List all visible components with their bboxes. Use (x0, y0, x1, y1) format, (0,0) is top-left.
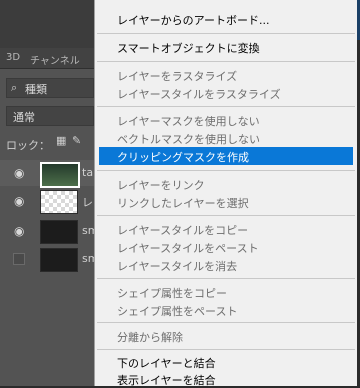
layer-row[interactable]: ◉ ta (0, 160, 94, 188)
menu-item-create-clipping-mask[interactable]: クリッピングマスクを作成 (99, 147, 353, 165)
layer-name: ta (82, 166, 94, 179)
layer-thumbnail (40, 220, 78, 244)
tab-3d[interactable]: 3D (6, 52, 20, 63)
panel-top-area (0, 0, 94, 48)
menu-separator (97, 215, 355, 216)
menu-item-label: レイヤーをリンク (117, 179, 205, 192)
menu-item-label: レイヤーをラスタライズ (117, 70, 238, 83)
menu-item-label: レイヤースタイルをペースト (117, 242, 259, 255)
menu-item-label: レイヤーからのアートボード... (117, 14, 270, 27)
visibility-toggle[interactable] (13, 253, 25, 265)
menu-item-rasterize-layer[interactable]: レイヤーをラスタライズ (95, 66, 357, 84)
menu-item-label: クリッピングマスクを作成 (117, 151, 249, 164)
menu-item-paste-shape-attributes[interactable]: シェイプ属性をペースト (95, 301, 357, 319)
context-menu: レイヤーからのアートボード... スマートオブジェクトに変換 レイヤーをラスタラ… (94, 0, 357, 388)
menu-item-convert-smart-object[interactable]: スマートオブジェクトに変換 (95, 38, 357, 56)
menu-separator (97, 170, 355, 171)
menu-item-label: スマートオブジェクトに変換 (117, 42, 260, 55)
lock-transparent-icon[interactable]: ▦ (56, 134, 66, 147)
blend-mode-select[interactable]: 通常 (6, 106, 94, 126)
menu-item-merge-visible[interactable]: 表示レイヤーを結合 (95, 370, 357, 388)
menu-item-copy-shape-attributes[interactable]: シェイプ属性をコピー (95, 283, 357, 301)
menu-item-label: レイヤースタイルをコピー (117, 224, 249, 237)
menu-item-copy-layer-style[interactable]: レイヤースタイルをコピー (95, 220, 357, 238)
menu-separator (97, 106, 355, 107)
lock-label: ロック： (6, 139, 50, 152)
menu-item-label: レイヤーマスクを使用しない (117, 115, 260, 128)
eye-icon[interactable]: ◉ (14, 224, 24, 238)
layer-thumbnail (40, 248, 78, 272)
layer-row[interactable]: ◉ レ (0, 188, 94, 214)
menu-separator (97, 278, 355, 279)
menu-item-rasterize-layer-style[interactable]: レイヤースタイルをラスタライズ (95, 84, 357, 102)
menu-item-label: レイヤースタイルを消去 (117, 260, 238, 273)
menu-separator (97, 322, 355, 323)
menu-item-label: シェイプ属性をペースト (117, 305, 238, 318)
lock-controls: ロック： ▦ ✎ (6, 134, 81, 152)
tab-channels[interactable]: チャンネル (30, 52, 80, 67)
eye-icon[interactable]: ◉ (14, 194, 24, 208)
menu-item-label: リンクしたレイヤーを選択 (117, 197, 249, 210)
menu-item-label: レイヤースタイルをラスタライズ (117, 88, 281, 101)
layer-filter-kind[interactable]: ⌕ 種類 (6, 78, 94, 98)
layer-row[interactable]: ◉ sm (0, 218, 98, 244)
menu-item-release-isolation[interactable]: 分離から解除 (95, 327, 357, 345)
menu-separator (97, 33, 355, 34)
search-icon: ⌕ (11, 81, 18, 94)
menu-separator (97, 61, 355, 62)
menu-item-clear-layer-style[interactable]: レイヤースタイルを消去 (95, 256, 357, 274)
menu-item-disable-layer-mask[interactable]: レイヤーマスクを使用しない (95, 111, 357, 129)
menu-item-link-layers[interactable]: レイヤーをリンク (95, 175, 357, 193)
menu-item-artboard-from-layers[interactable]: レイヤーからのアートボード... (95, 10, 357, 28)
lock-brush-icon[interactable]: ✎ (72, 134, 81, 147)
menu-item-select-linked-layers[interactable]: リンクしたレイヤーを選択 (95, 193, 357, 211)
layer-thumbnail (40, 162, 80, 188)
menu-separator (97, 349, 355, 350)
menu-item-label: シェイプ属性をコピー (117, 287, 227, 300)
menu-item-disable-vector-mask[interactable]: ベクトルマスクを使用しない (95, 129, 357, 147)
menu-item-label: ベクトルマスクを使用しない (117, 133, 260, 146)
filter-kind-label: 種類 (25, 83, 47, 96)
layer-row[interactable]: sm (0, 246, 98, 272)
panel-tabs: 3D チャンネル (0, 48, 94, 69)
eye-icon[interactable]: ◉ (14, 166, 24, 180)
menu-item-label: 下のレイヤーと結合 (117, 357, 216, 370)
layer-name: レ (82, 196, 93, 209)
menu-item-paste-layer-style[interactable]: レイヤースタイルをペースト (95, 238, 357, 256)
blend-mode-value: 通常 (13, 111, 35, 124)
layer-thumbnail (40, 190, 78, 214)
menu-item-merge-down[interactable]: 下のレイヤーと結合 (95, 353, 357, 371)
menu-item-label: 分離から解除 (117, 331, 183, 344)
